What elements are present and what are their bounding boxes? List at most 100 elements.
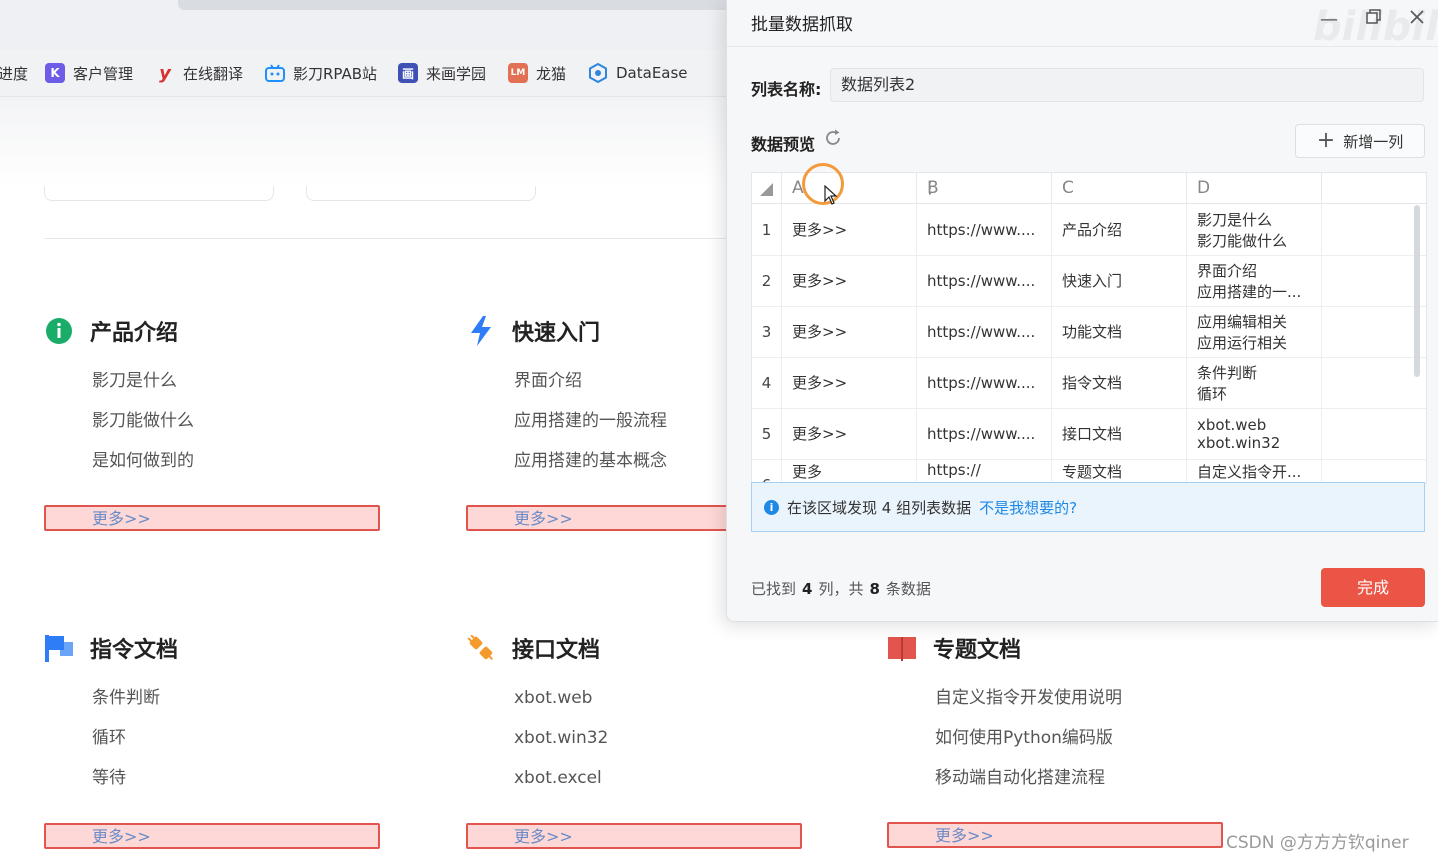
doc-link[interactable]: 如何使用Python编码版 bbox=[935, 727, 1227, 767]
bookmark-translate[interactable]: y 在线翻译 bbox=[155, 62, 243, 84]
bookmark-progress[interactable]: 进度 bbox=[0, 62, 28, 84]
more-link[interactable]: 更多>> bbox=[887, 822, 1223, 848]
select-all-corner[interactable] bbox=[752, 173, 782, 203]
bookmark-dataease[interactable]: DataEase bbox=[588, 62, 688, 84]
cell-d[interactable]: 界面介绍 应用搭建的一... bbox=[1187, 255, 1322, 306]
maximize-button[interactable] bbox=[1361, 8, 1385, 32]
not-what-i-want-link[interactable]: 不是我想要的? bbox=[979, 497, 1077, 518]
cell-line: xbot.web bbox=[1197, 415, 1267, 434]
bilibili-icon bbox=[265, 63, 285, 83]
cell-b[interactable]: https://www.... bbox=[917, 204, 1052, 255]
cell-b[interactable]: https://www.... bbox=[917, 357, 1052, 408]
cell-c[interactable]: 专题文档 bbox=[1052, 459, 1187, 483]
info-icon: i bbox=[764, 499, 779, 515]
cell-line: 影刀是什么 bbox=[1197, 210, 1273, 229]
doc-link[interactable]: xbot.excel bbox=[514, 767, 806, 807]
cell-c[interactable]: 产品介绍 bbox=[1052, 204, 1187, 255]
more-link[interactable]: 更多>> bbox=[466, 823, 802, 849]
row-number: 6 bbox=[752, 459, 782, 483]
cell-line: 自定义指令开... bbox=[1197, 463, 1302, 481]
cell-b[interactable]: https://www.... bbox=[917, 255, 1052, 306]
cell-line: 应用搭建的一... bbox=[1197, 282, 1302, 301]
bookmark-label: 来画学园 bbox=[426, 64, 487, 83]
cell-d[interactable]: 应用编辑相关 应用运行相关 bbox=[1187, 306, 1322, 357]
more-link[interactable]: 更多>> bbox=[44, 823, 380, 849]
lightning-icon bbox=[466, 316, 496, 346]
done-button[interactable]: 完成 bbox=[1321, 568, 1425, 607]
table-row: 3 更多>> https://www.... 功能文档 应用编辑相关 应用运行相关 bbox=[752, 306, 1426, 358]
column-header-b[interactable]: B bbox=[917, 173, 1052, 203]
close-button[interactable] bbox=[1405, 8, 1429, 32]
refresh-icon bbox=[826, 129, 840, 145]
cell-d[interactable]: 影刀是什么影刀能做什么 bbox=[1187, 204, 1322, 255]
cell-b[interactable]: https:// bbox=[917, 459, 1052, 483]
doc-link[interactable]: 是如何做到的 bbox=[92, 450, 384, 490]
bookmark-longmao[interactable]: LM 龙猫 bbox=[508, 62, 566, 84]
bookmark-customer[interactable]: K 客户管理 bbox=[45, 62, 133, 84]
row-number: 1 bbox=[752, 204, 782, 255]
doc-link[interactable]: xbot.win32 bbox=[514, 727, 806, 767]
cell-b[interactable]: https://www.... bbox=[917, 306, 1052, 357]
doc-link[interactable]: 条件判断 bbox=[92, 687, 384, 727]
active-tab[interactable] bbox=[178, 0, 738, 10]
cell-a[interactable]: 更多>> bbox=[782, 357, 917, 408]
cell-a[interactable]: 更多>> bbox=[782, 408, 917, 459]
cell-a[interactable]: 更多>> bbox=[782, 306, 917, 357]
doc-link[interactable]: 等待 bbox=[92, 767, 384, 807]
search-field-edge[interactable] bbox=[44, 186, 274, 201]
cell-d[interactable]: xbot.web xbot.win32 bbox=[1187, 408, 1322, 459]
divider bbox=[44, 238, 744, 239]
cell-line: 条件判断 bbox=[1197, 363, 1258, 382]
refresh-button[interactable] bbox=[823, 128, 843, 153]
doc-link[interactable]: 影刀能做什么 bbox=[92, 410, 384, 450]
doc-link[interactable]: xbot.web bbox=[514, 687, 806, 727]
cell-d[interactable]: 自定义指令开... bbox=[1187, 459, 1322, 483]
section-command-docs: 指令文档 条件判断 循环 等待 bbox=[44, 631, 384, 807]
bookmark-bilibili[interactable]: 影刀RPAB站 bbox=[265, 62, 377, 84]
bookmark-label: 进度 bbox=[0, 64, 29, 83]
minimize-button[interactable]: — bbox=[1317, 8, 1341, 32]
column-header-c[interactable]: C bbox=[1052, 173, 1187, 203]
doc-link[interactable]: 影刀是什么 bbox=[92, 370, 384, 410]
cell-c[interactable]: 接口文档 bbox=[1052, 408, 1187, 459]
cell-line: 循环 bbox=[1197, 384, 1228, 403]
cell-c[interactable]: 指令文档 bbox=[1052, 357, 1187, 408]
laihua-icon: 画 bbox=[398, 63, 418, 83]
preview-grid: A ⋮ B C D 1 更多>> https://www.... 产品介绍 影刀… bbox=[751, 172, 1427, 484]
cell-d[interactable]: 条件判断 循环 bbox=[1187, 357, 1322, 408]
search-field-edge[interactable] bbox=[306, 186, 536, 201]
flag-icon bbox=[44, 633, 74, 663]
row-number: 5 bbox=[752, 408, 782, 459]
section-title: 接口文档 bbox=[512, 638, 601, 663]
cell-c[interactable]: 快速入门 bbox=[1052, 255, 1187, 306]
table-row: 1 更多>> https://www.... 产品介绍 影刀是什么影刀能做什么 bbox=[752, 204, 1426, 256]
cell-b[interactable]: https://www.... bbox=[917, 408, 1052, 459]
cell-c[interactable]: 功能文档 bbox=[1052, 306, 1187, 357]
cell-a[interactable]: 更多>> bbox=[782, 255, 917, 306]
bookmark-label: 在线翻译 bbox=[183, 64, 244, 83]
more-link[interactable]: 更多>> bbox=[44, 505, 380, 531]
section-product-intro: 产品介绍 影刀是什么 影刀能做什么 是如何做到的 bbox=[44, 314, 384, 490]
section-title: 指令文档 bbox=[90, 638, 179, 663]
cell-a[interactable]: 更多>> bbox=[782, 204, 917, 255]
doc-link[interactable]: 自定义指令开发使用说明 bbox=[935, 687, 1227, 727]
add-column-label: 新增一列 bbox=[1343, 132, 1404, 151]
doc-link[interactable]: 移动端自动化搭建流程 bbox=[935, 767, 1227, 807]
column-header-d[interactable]: D bbox=[1187, 173, 1322, 203]
cell-a[interactable]: 更多 bbox=[782, 459, 917, 483]
table-row: 6 更多 https:// 专题文档 自定义指令开... bbox=[752, 459, 1426, 483]
info-text: 在该区域发现 4 组列表数据 bbox=[787, 498, 972, 517]
table-row: 2 更多>> https://www.... 快速入门 界面介绍 应用搭建的一..… bbox=[752, 255, 1426, 307]
close-icon bbox=[1410, 10, 1424, 24]
cell-line: 应用编辑相关 bbox=[1197, 312, 1288, 331]
maximize-icon bbox=[1366, 9, 1381, 24]
dataease-icon bbox=[588, 63, 608, 83]
doc-link[interactable]: 循环 bbox=[92, 727, 384, 767]
grid-scrollbar[interactable] bbox=[1414, 205, 1420, 377]
list-name-input[interactable]: 数据列表2 bbox=[830, 68, 1424, 102]
add-column-button[interactable]: + 新增一列 bbox=[1295, 124, 1425, 158]
bookmark-laihua[interactable]: 画 来画学园 bbox=[398, 62, 486, 84]
bookmark-label: DataEase bbox=[616, 64, 688, 82]
bookmark-label: 影刀RPAB站 bbox=[293, 64, 378, 83]
cell-line: 影刀能做什么 bbox=[1197, 231, 1288, 250]
